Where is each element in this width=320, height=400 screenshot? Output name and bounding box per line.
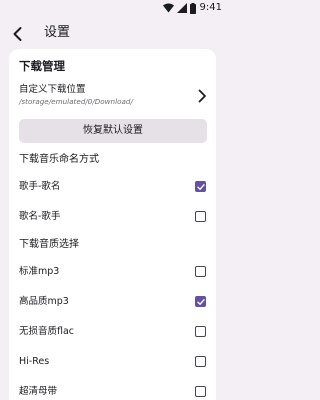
arrow-back-icon	[8, 24, 28, 44]
section-title: 下载管理	[19, 59, 65, 73]
status-bar: 9:41	[0, 0, 225, 16]
download-path-row[interactable]: 自定义下载位置 /storage/emulated/0/Download/	[9, 82, 216, 112]
download-path-value: /storage/emulated/0/Download/	[19, 97, 133, 106]
check-icon	[196, 183, 205, 190]
checkbox[interactable]	[195, 356, 206, 367]
download-path-label: 自定义下载位置	[19, 84, 86, 95]
check-icon	[196, 298, 205, 305]
quality-group-label: 下载音质选择	[19, 239, 79, 250]
battery-icon	[189, 2, 196, 14]
checkbox[interactable]	[195, 211, 206, 222]
download-settings-card: 下载管理 自定义下载位置 /storage/emulated/0/Downloa…	[9, 49, 216, 400]
option-label: Hi-Res	[19, 356, 50, 367]
quality-option-lossless-flac[interactable]: 无损音质flac	[9, 317, 216, 347]
option-label: 歌手-歌名	[19, 181, 61, 192]
quality-option-hi-res[interactable]: Hi-Res	[9, 347, 216, 377]
status-icons: 9:41	[162, 2, 222, 14]
checkbox[interactable]	[195, 296, 206, 307]
checkbox[interactable]	[195, 266, 206, 277]
chevron-right-icon	[196, 88, 208, 103]
checkbox[interactable]	[195, 181, 206, 192]
naming-group-label: 下载音乐命名方式	[19, 154, 99, 165]
option-label: 标准mp3	[19, 266, 60, 277]
quality-option-standard-mp3[interactable]: 标准mp3	[9, 257, 216, 287]
quality-option-master[interactable]: 超清母带	[9, 377, 216, 400]
option-label: 无损音质flac	[19, 326, 75, 337]
status-time: 9:41	[199, 2, 222, 13]
checkbox[interactable]	[195, 326, 206, 337]
option-label: 超清母带	[19, 386, 58, 397]
app-bar: 设置	[0, 18, 225, 48]
restore-defaults-button[interactable]: 恢复默认设置	[19, 119, 207, 143]
page-title: 设置	[44, 25, 71, 40]
quality-option-high-mp3[interactable]: 高品质mp3	[9, 287, 216, 317]
option-label: 歌名-歌手	[19, 211, 61, 222]
back-button[interactable]	[8, 24, 28, 44]
naming-option-singer-title[interactable]: 歌手-歌名	[9, 172, 216, 202]
signal-icon	[176, 3, 187, 13]
wifi-icon	[162, 3, 174, 13]
option-label: 高品质mp3	[19, 296, 69, 307]
naming-option-title-singer[interactable]: 歌名-歌手	[9, 202, 216, 232]
checkbox[interactable]	[195, 386, 206, 397]
